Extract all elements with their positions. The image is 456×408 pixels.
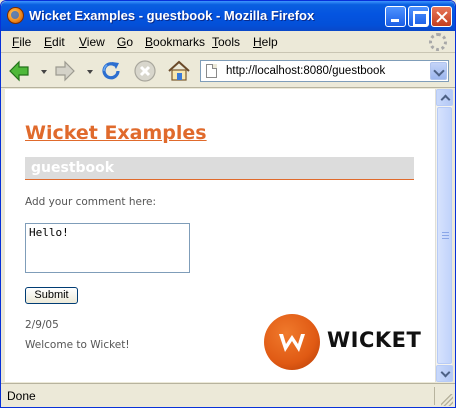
scroll-thumb[interactable] [437, 107, 452, 364]
scroll-up-button[interactable] [436, 89, 453, 106]
menu-tools[interactable]: Tools [212, 35, 240, 49]
menu-bar: File Edit View Go Bookmarks Tools Help [1, 31, 455, 53]
page-content: Wicket Examples guestbook Add your comme… [5, 89, 435, 382]
submit-button[interactable]: Submit [25, 287, 78, 304]
scroll-down-button[interactable] [436, 365, 453, 382]
menu-file[interactable]: File [12, 35, 31, 49]
maximize-button[interactable] [408, 6, 429, 27]
navigation-toolbar: http://localhost:8080/guestbook [1, 54, 455, 88]
wicket-logo-icon [264, 314, 320, 370]
reload-icon[interactable] [99, 59, 123, 83]
site-title-link[interactable]: Wicket Examples [25, 122, 207, 144]
menu-go[interactable]: Go [117, 35, 133, 49]
page-icon [206, 64, 217, 78]
firefox-icon [7, 7, 24, 24]
status-divider [434, 387, 435, 405]
forward-icon[interactable] [53, 59, 77, 83]
back-history-dropdown[interactable] [41, 70, 47, 74]
browser-window: Wicket Examples - guestbook - Mozilla Fi… [0, 0, 456, 408]
back-icon[interactable] [7, 59, 31, 83]
menu-help[interactable]: Help [253, 35, 278, 49]
menu-view[interactable]: View [79, 35, 105, 49]
comment-prompt: Add your comment here: [25, 196, 157, 208]
url-text[interactable]: http://localhost:8080/guestbook [226, 65, 385, 77]
vertical-scrollbar[interactable] [435, 89, 453, 382]
status-text: Done [7, 389, 36, 403]
section-header: guestbook [25, 157, 414, 180]
menu-edit[interactable]: Edit [44, 35, 65, 49]
minimize-button[interactable] [385, 6, 406, 27]
window-title: Wicket Examples - guestbook - Mozilla Fi… [29, 8, 315, 23]
title-bar: Wicket Examples - guestbook - Mozilla Fi… [1, 1, 455, 31]
entry-text: Welcome to Wicket! [25, 339, 130, 351]
close-button[interactable] [431, 6, 452, 27]
section-title: guestbook [31, 160, 115, 176]
wicket-logo-text: WICKET [327, 328, 422, 352]
forward-history-dropdown[interactable] [87, 70, 93, 74]
entry-date: 2/9/05 [25, 319, 59, 331]
menu-bookmarks[interactable]: Bookmarks [145, 35, 205, 49]
resize-grip-icon[interactable] [441, 394, 453, 406]
throbber-icon [429, 33, 447, 51]
comment-textarea[interactable] [25, 223, 190, 273]
url-dropdown-button[interactable] [430, 62, 447, 80]
address-bar[interactable]: http://localhost:8080/guestbook [200, 60, 449, 82]
status-bar: Done [1, 383, 455, 407]
scroll-grip-icon [442, 232, 449, 239]
home-icon[interactable] [167, 59, 191, 83]
stop-icon[interactable] [133, 59, 157, 83]
